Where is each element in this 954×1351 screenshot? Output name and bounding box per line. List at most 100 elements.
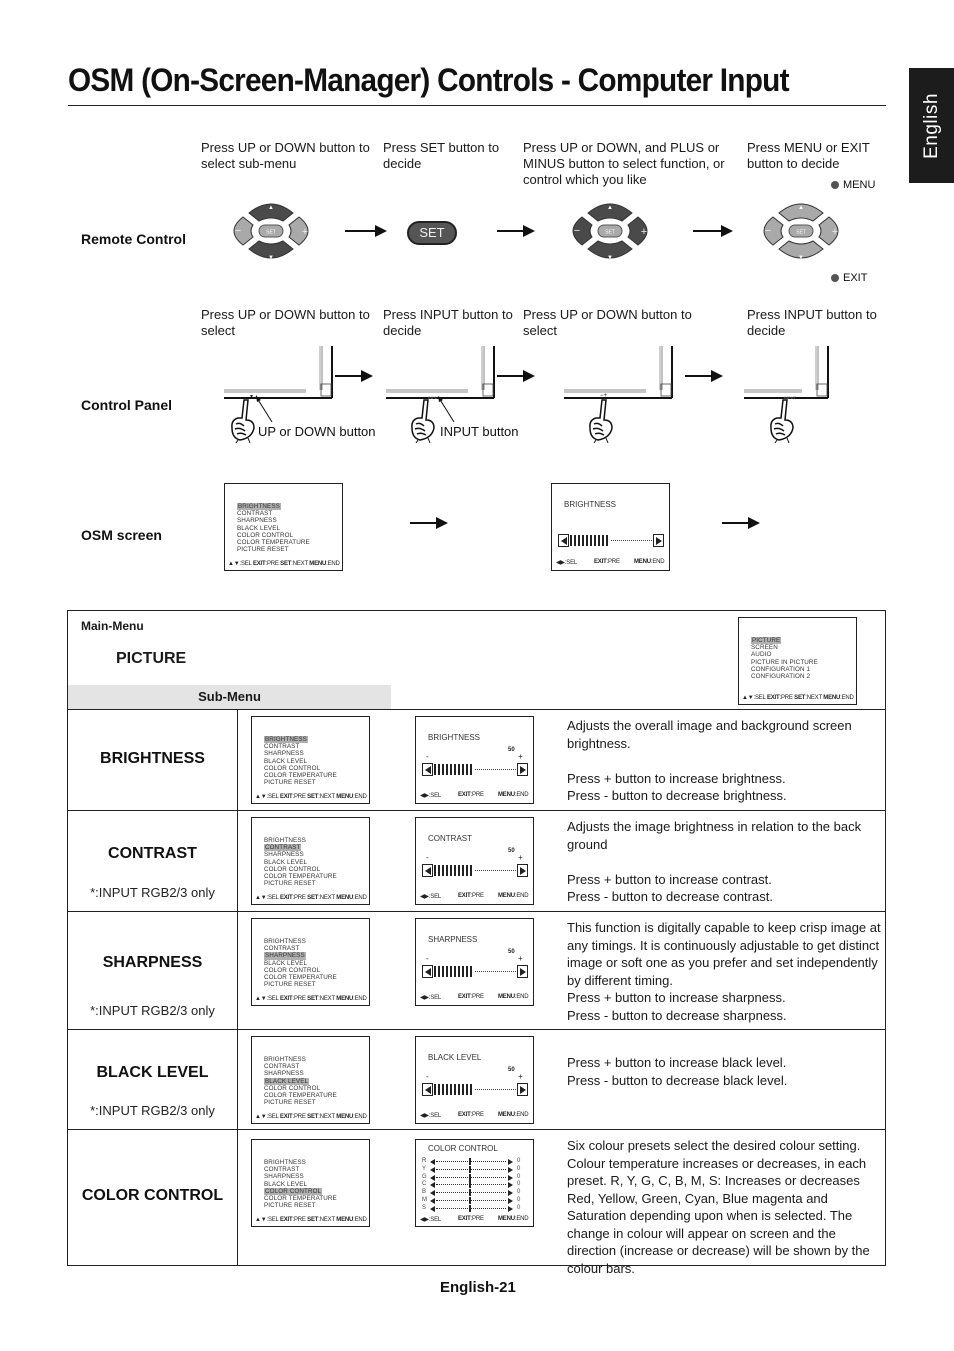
channel-center-mark	[469, 1165, 471, 1173]
osm-menu-item[interactable]: COLOR TEMPERATURE	[264, 873, 337, 880]
osm-adjust-title: CONTRAST	[428, 834, 472, 843]
table-divider	[67, 911, 886, 912]
osm-menu-item[interactable]: CONFIGURATION 1	[751, 666, 818, 673]
left-arrow-icon	[422, 1083, 433, 1096]
description-line: Press - button to decrease brightness.	[567, 788, 787, 803]
osm-menu-item[interactable]: PICTURE RESET	[237, 546, 310, 553]
color-channel-row[interactable]: R 0	[422, 1158, 532, 1166]
exit-button[interactable]: EXIT	[831, 272, 867, 284]
osm-menu-item[interactable]: PICTURE RESET	[264, 779, 337, 786]
remote-pad-light[interactable]: SET ▲ ▼ − +	[751, 193, 851, 269]
osm-menu-item[interactable]: BLACK LEVEL	[237, 525, 310, 532]
osm-menu-item[interactable]: PICTURE IN PICTURE	[751, 659, 818, 666]
osm-menu-item[interactable]: BRIGHTNESS	[264, 1159, 337, 1166]
osm-adjust-slider[interactable]	[558, 534, 664, 547]
osm-menu-item[interactable]: BRIGHTNESS	[264, 1056, 337, 1063]
description-line: Press - button to decrease sharpness.	[567, 1007, 787, 1023]
left-arrow-icon	[422, 763, 433, 776]
description-line: Press + button to increase sharpness.	[567, 990, 786, 1005]
osm-adjust-title: BLACK LEVEL	[428, 1053, 482, 1062]
osm-menu-item[interactable]: BRIGHTNESS	[264, 938, 337, 945]
osm-menu-item[interactable]: PICTURE RESET	[264, 1202, 337, 1209]
osm-menu-item-selected[interactable]: BRIGHTNESS	[237, 503, 310, 511]
osm-menu-item[interactable]: CONTRAST	[264, 743, 337, 750]
osm-menu-item[interactable]: COLOR TEMPERATURE	[264, 1195, 337, 1202]
osm-menu-item-selected[interactable]: BLACK LEVEL	[264, 1077, 337, 1085]
osm-menu-item[interactable]: AUDIO	[751, 651, 818, 658]
color-channel-row[interactable]: M 0	[422, 1197, 532, 1205]
osm-menu-item[interactable]: COLOR CONTROL	[237, 532, 310, 539]
submenu-title: COLOR CONTROL	[81, 1187, 224, 1204]
osm-menu-item[interactable]: CONTRAST	[237, 510, 310, 517]
osm-menu-item[interactable]: BLACK LEVEL	[264, 758, 337, 765]
osm-menu-item[interactable]: PICTURE RESET	[264, 1099, 337, 1106]
submenu-description: This function is digitally capable to ke…	[567, 919, 885, 1024]
osm-menu-item[interactable]: PICTURE RESET	[264, 880, 337, 887]
osm-adjust-title: BRIGHTNESS	[428, 733, 481, 742]
description-line: Press - button to decrease contrast.	[567, 889, 773, 904]
channel-value: 0	[517, 1158, 521, 1164]
color-channel-row[interactable]: Y 0	[422, 1165, 532, 1174]
menu-button[interactable]: MENU	[831, 179, 875, 191]
color-channel-row[interactable]: B 0	[422, 1189, 532, 1197]
osm-menu-item[interactable]: CONTRAST	[264, 945, 337, 952]
remote-pad-updown[interactable]: SET ▲ ▼ − +	[221, 193, 321, 269]
color-channel-row[interactable]: C 0	[422, 1181, 532, 1189]
osm-menu-item[interactable]: SHARPNESS	[264, 750, 337, 757]
dpad-icon: SET ▲ ▼ − +	[233, 203, 309, 261]
right-arrow-icon	[517, 763, 528, 776]
osm-menu-item[interactable]: BLACK LEVEL	[264, 859, 337, 866]
osm-menu-item[interactable]: SHARPNESS	[264, 1173, 337, 1180]
flow-arrow	[497, 370, 535, 382]
table-divider	[67, 1129, 886, 1130]
osm-menu-item[interactable]: COLOR CONTROL	[264, 967, 337, 974]
osm-menu-item[interactable]: COLOR TEMPERATURE	[264, 974, 337, 981]
osm-menu-item[interactable]: COLOR TEMPERATURE	[264, 772, 337, 779]
osm-menu-item[interactable]: SHARPNESS	[237, 517, 310, 524]
osm-menu-item[interactable]: COLOR TEMPERATURE	[237, 539, 310, 546]
panel-step-3-text: Press UP or DOWN button to select	[523, 307, 692, 338]
remote-step-2-text: Press SET button to decide	[383, 140, 500, 171]
description-line: Press + button to increase brightness.	[567, 770, 786, 786]
osm-menu-item[interactable]: SHARPNESS	[264, 1070, 337, 1077]
osm-menu-item[interactable]: CONFIGURATION 2	[751, 673, 818, 680]
osm-footer-keys: ◀▶:SEL EXIT:PRE MENU:END	[420, 792, 529, 799]
osm-menu-item-selected[interactable]: BRIGHTNESS	[264, 736, 337, 744]
osm-menu-item[interactable]: BRIGHTNESS	[264, 837, 337, 844]
osm-menu-item[interactable]: BLACK LEVEL	[264, 1181, 337, 1188]
osm-screen-label: OSM screen	[81, 527, 162, 543]
osm-menu-item[interactable]: SCREEN	[751, 644, 818, 651]
osm-adjust-slider[interactable]	[422, 965, 528, 978]
osm-menu-item[interactable]: COLOR CONTROL	[264, 1085, 337, 1092]
osm-menu-item[interactable]: BLACK LEVEL	[264, 960, 337, 967]
color-channel-row[interactable]: S 0	[422, 1204, 532, 1213]
osm-adjust-screen: SHARPNESS 50 - + ◀▶:SEL EXIT:PRE MENU:END	[415, 918, 534, 1006]
svg-text:−: −	[765, 225, 771, 237]
color-channel-row[interactable]: G 0	[422, 1173, 532, 1182]
osm-menu-item-selected[interactable]: CONTRAST	[264, 844, 337, 852]
osm-menu-item[interactable]: PICTURE RESET	[264, 981, 337, 988]
osm-adjust-value: 50	[508, 949, 515, 955]
osm-adjust-slider[interactable]	[422, 1083, 528, 1096]
osm-menu-item[interactable]: COLOR TEMPERATURE	[264, 1092, 337, 1099]
osm-menu-list: PICTURE SCREEN AUDIO PICTURE IN PICTURE CONF…	[751, 637, 818, 680]
osm-menu-item[interactable]: SHARPNESS	[264, 851, 337, 858]
left-arrow-icon	[430, 1190, 435, 1197]
set-button[interactable]: SET	[407, 221, 457, 245]
control-panel-label: Control Panel	[81, 397, 173, 413]
osm-menu-item-selected[interactable]: PICTURE	[751, 637, 818, 645]
osm-adjust-slider[interactable]	[422, 763, 528, 776]
submenu-title: SHARPNESS	[102, 954, 203, 972]
osm-menu-item-selected[interactable]: SHARPNESS	[264, 952, 337, 960]
osm-menu-item[interactable]: COLOR CONTROL	[264, 866, 337, 873]
osm-menu-list: BRIGHTNESS CONTRAST SHARPNESS BLACK LEVEL CO…	[264, 1056, 337, 1106]
osm-menu-item[interactable]: CONTRAST	[264, 1166, 337, 1173]
osm-menu-item[interactable]: COLOR CONTROL	[264, 765, 337, 772]
channel-center-mark	[469, 1158, 471, 1165]
minus-icon: -	[426, 752, 429, 761]
osm-menu-item[interactable]: CONTRAST	[264, 1063, 337, 1070]
osm-adjust-slider[interactable]	[422, 864, 528, 877]
osm-menu-item-selected[interactable]: COLOR CONTROL	[264, 1187, 337, 1196]
remote-pad-all[interactable]: SET ▲ ▼ − +	[560, 193, 660, 269]
left-arrow-icon	[430, 1198, 435, 1204]
